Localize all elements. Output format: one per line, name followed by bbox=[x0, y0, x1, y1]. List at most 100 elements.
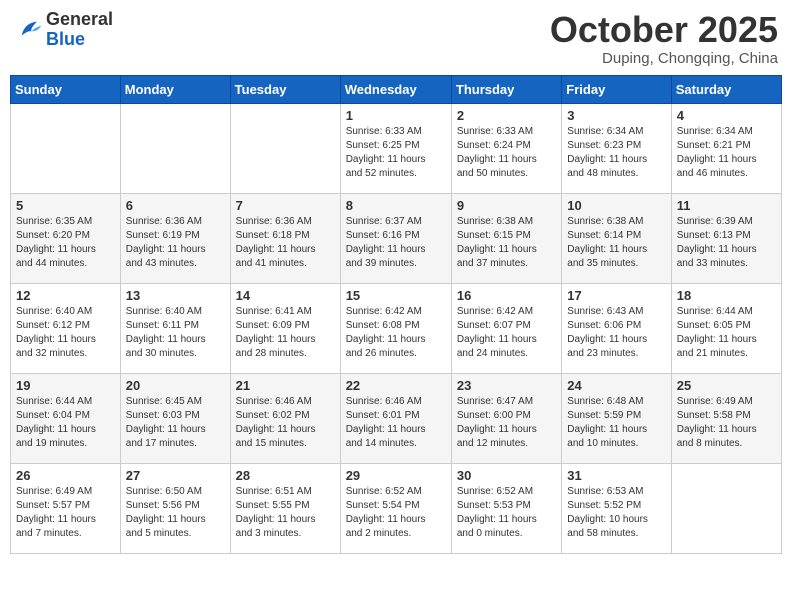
day-number: 2 bbox=[457, 108, 556, 123]
location: Duping, Chongqing, China bbox=[550, 50, 778, 67]
calendar-day-20: 20Sunrise: 6:45 AM Sunset: 6:03 PM Dayli… bbox=[120, 373, 230, 463]
day-number: 4 bbox=[677, 108, 776, 123]
calendar-day-1: 1 Sunrise: 6:33 AM Sunset: 6:25 PM Daylig… bbox=[340, 103, 451, 193]
calendar-header-thursday: Thursday bbox=[451, 75, 561, 103]
logo-text: General Blue bbox=[46, 10, 113, 50]
calendar-header-friday: Friday bbox=[562, 75, 671, 103]
day-info: Sunrise: 6:35 AM Sunset: 6:20 PM Dayligh… bbox=[16, 215, 115, 271]
day-info: Sunrise: 6:43 AM Sunset: 6:06 PM Dayligh… bbox=[567, 305, 665, 361]
title-block: October 2025 Duping, Chongqing, China bbox=[550, 10, 778, 67]
calendar-day-17: 17 Sunrise: 6:43 AM Sunset: 6:06 PM Dayli… bbox=[562, 283, 671, 373]
logo-bird-icon bbox=[16, 16, 44, 44]
day-info: Sunrise: 6:42 AM Sunset: 6:07 PM Dayligh… bbox=[457, 305, 556, 361]
day-info: Sunrise: 6:34 AM Sunset: 6:21 PM Dayligh… bbox=[677, 125, 776, 181]
day-number: 26 bbox=[16, 468, 115, 483]
calendar-day-24: 24 Sunrise: 6:48 AM Sunset: 5:59 PM Dayli… bbox=[562, 373, 671, 463]
day-info: Sunrise: 6:49 AM Sunset: 5:58 PM Dayligh… bbox=[677, 395, 776, 451]
calendar-day-14: 14 Sunrise: 6:41 AM Sunset: 6:09 PM Dayli… bbox=[230, 283, 340, 373]
calendar-week-4: 19Sunrise: 6:44 AM Sunset: 6:04 PM Dayli… bbox=[11, 373, 782, 463]
day-number: 5 bbox=[16, 198, 115, 213]
logo-general: General bbox=[46, 9, 113, 29]
calendar-day-9: 9 Sunrise: 6:38 AM Sunset: 6:15 PM Daylig… bbox=[451, 193, 561, 283]
day-info: Sunrise: 6:52 AM Sunset: 5:54 PM Dayligh… bbox=[346, 485, 446, 541]
day-info: Sunrise: 6:45 AM Sunset: 6:03 PM Dayligh… bbox=[126, 395, 225, 451]
calendar-day-29: 29 Sunrise: 6:52 AM Sunset: 5:54 PM Dayli… bbox=[340, 463, 451, 553]
day-number: 19 bbox=[16, 378, 115, 393]
day-number: 8 bbox=[346, 198, 446, 213]
day-number: 25 bbox=[677, 378, 776, 393]
calendar-week-1: 1 Sunrise: 6:33 AM Sunset: 6:25 PM Daylig… bbox=[11, 103, 782, 193]
day-info: Sunrise: 6:49 AM Sunset: 5:57 PM Dayligh… bbox=[16, 485, 115, 541]
calendar-day-30: 30 Sunrise: 6:52 AM Sunset: 5:53 PM Dayli… bbox=[451, 463, 561, 553]
calendar-day-12: 12Sunrise: 6:40 AM Sunset: 6:12 PM Dayli… bbox=[11, 283, 121, 373]
day-info: Sunrise: 6:48 AM Sunset: 5:59 PM Dayligh… bbox=[567, 395, 665, 451]
calendar-empty-cell bbox=[671, 463, 781, 553]
calendar-empty-cell bbox=[120, 103, 230, 193]
calendar-day-18: 18Sunrise: 6:44 AM Sunset: 6:05 PM Dayli… bbox=[671, 283, 781, 373]
day-info: Sunrise: 6:38 AM Sunset: 6:14 PM Dayligh… bbox=[567, 215, 665, 271]
day-info: Sunrise: 6:50 AM Sunset: 5:56 PM Dayligh… bbox=[126, 485, 225, 541]
day-info: Sunrise: 6:46 AM Sunset: 6:02 PM Dayligh… bbox=[236, 395, 335, 451]
day-number: 9 bbox=[457, 198, 556, 213]
calendar-day-27: 27 Sunrise: 6:50 AM Sunset: 5:56 PM Dayli… bbox=[120, 463, 230, 553]
day-info: Sunrise: 6:37 AM Sunset: 6:16 PM Dayligh… bbox=[346, 215, 446, 271]
calendar-day-2: 2 Sunrise: 6:33 AM Sunset: 6:24 PM Daylig… bbox=[451, 103, 561, 193]
day-info: Sunrise: 6:33 AM Sunset: 6:25 PM Dayligh… bbox=[346, 125, 446, 181]
day-number: 27 bbox=[126, 468, 225, 483]
calendar-day-11: 11 Sunrise: 6:39 AM Sunset: 6:13 PM Dayli… bbox=[671, 193, 781, 283]
calendar-empty-cell bbox=[230, 103, 340, 193]
calendar-header-tuesday: Tuesday bbox=[230, 75, 340, 103]
day-info: Sunrise: 6:38 AM Sunset: 6:15 PM Dayligh… bbox=[457, 215, 556, 271]
calendar-header-monday: Monday bbox=[120, 75, 230, 103]
day-number: 31 bbox=[567, 468, 665, 483]
day-info: Sunrise: 6:40 AM Sunset: 6:11 PM Dayligh… bbox=[126, 305, 225, 361]
day-info: Sunrise: 6:46 AM Sunset: 6:01 PM Dayligh… bbox=[346, 395, 446, 451]
day-number: 11 bbox=[677, 198, 776, 213]
day-number: 24 bbox=[567, 378, 665, 393]
day-info: Sunrise: 6:36 AM Sunset: 6:18 PM Dayligh… bbox=[236, 215, 335, 271]
calendar-day-25: 25 Sunrise: 6:49 AM Sunset: 5:58 PM Dayli… bbox=[671, 373, 781, 463]
day-info: Sunrise: 6:52 AM Sunset: 5:53 PM Dayligh… bbox=[457, 485, 556, 541]
calendar-header-saturday: Saturday bbox=[671, 75, 781, 103]
day-info: Sunrise: 6:36 AM Sunset: 6:19 PM Dayligh… bbox=[126, 215, 225, 271]
calendar-empty-cell bbox=[11, 103, 121, 193]
day-number: 22 bbox=[346, 378, 446, 393]
calendar-day-8: 8 Sunrise: 6:37 AM Sunset: 6:16 PM Daylig… bbox=[340, 193, 451, 283]
calendar-day-26: 26 Sunrise: 6:49 AM Sunset: 5:57 PM Dayli… bbox=[11, 463, 121, 553]
day-number: 17 bbox=[567, 288, 665, 303]
logo-blue: Blue bbox=[46, 29, 85, 49]
calendar-header-wednesday: Wednesday bbox=[340, 75, 451, 103]
day-number: 14 bbox=[236, 288, 335, 303]
day-info: Sunrise: 6:41 AM Sunset: 6:09 PM Dayligh… bbox=[236, 305, 335, 361]
day-number: 10 bbox=[567, 198, 665, 213]
calendar-day-31: 31 Sunrise: 6:53 AM Sunset: 5:52 PM Dayli… bbox=[562, 463, 671, 553]
calendar-day-21: 21Sunrise: 6:46 AM Sunset: 6:02 PM Dayli… bbox=[230, 373, 340, 463]
calendar-day-6: 6Sunrise: 6:36 AM Sunset: 6:19 PM Daylig… bbox=[120, 193, 230, 283]
day-info: Sunrise: 6:53 AM Sunset: 5:52 PM Dayligh… bbox=[567, 485, 665, 541]
day-number: 12 bbox=[16, 288, 115, 303]
calendar-day-3: 3 Sunrise: 6:34 AM Sunset: 6:23 PM Daylig… bbox=[562, 103, 671, 193]
logo: General Blue bbox=[14, 10, 113, 50]
month-title: October 2025 bbox=[550, 10, 778, 50]
day-number: 3 bbox=[567, 108, 665, 123]
day-number: 18 bbox=[677, 288, 776, 303]
calendar-week-3: 12Sunrise: 6:40 AM Sunset: 6:12 PM Dayli… bbox=[11, 283, 782, 373]
day-number: 1 bbox=[346, 108, 446, 123]
calendar-header-sunday: Sunday bbox=[11, 75, 121, 103]
day-number: 16 bbox=[457, 288, 556, 303]
calendar-header-row: SundayMondayTuesdayWednesdayThursdayFrid… bbox=[11, 75, 782, 103]
calendar-week-5: 26 Sunrise: 6:49 AM Sunset: 5:57 PM Dayli… bbox=[11, 463, 782, 553]
calendar-day-19: 19Sunrise: 6:44 AM Sunset: 6:04 PM Dayli… bbox=[11, 373, 121, 463]
day-info: Sunrise: 6:39 AM Sunset: 6:13 PM Dayligh… bbox=[677, 215, 776, 271]
day-info: Sunrise: 6:34 AM Sunset: 6:23 PM Dayligh… bbox=[567, 125, 665, 181]
day-info: Sunrise: 6:42 AM Sunset: 6:08 PM Dayligh… bbox=[346, 305, 446, 361]
day-number: 15 bbox=[346, 288, 446, 303]
day-info: Sunrise: 6:33 AM Sunset: 6:24 PM Dayligh… bbox=[457, 125, 556, 181]
calendar-week-2: 5 Sunrise: 6:35 AM Sunset: 6:20 PM Daylig… bbox=[11, 193, 782, 283]
calendar-day-4: 4 Sunrise: 6:34 AM Sunset: 6:21 PM Daylig… bbox=[671, 103, 781, 193]
day-info: Sunrise: 6:47 AM Sunset: 6:00 PM Dayligh… bbox=[457, 395, 556, 451]
calendar-day-22: 22 Sunrise: 6:46 AM Sunset: 6:01 PM Dayli… bbox=[340, 373, 451, 463]
day-number: 29 bbox=[346, 468, 446, 483]
day-number: 28 bbox=[236, 468, 335, 483]
day-number: 30 bbox=[457, 468, 556, 483]
